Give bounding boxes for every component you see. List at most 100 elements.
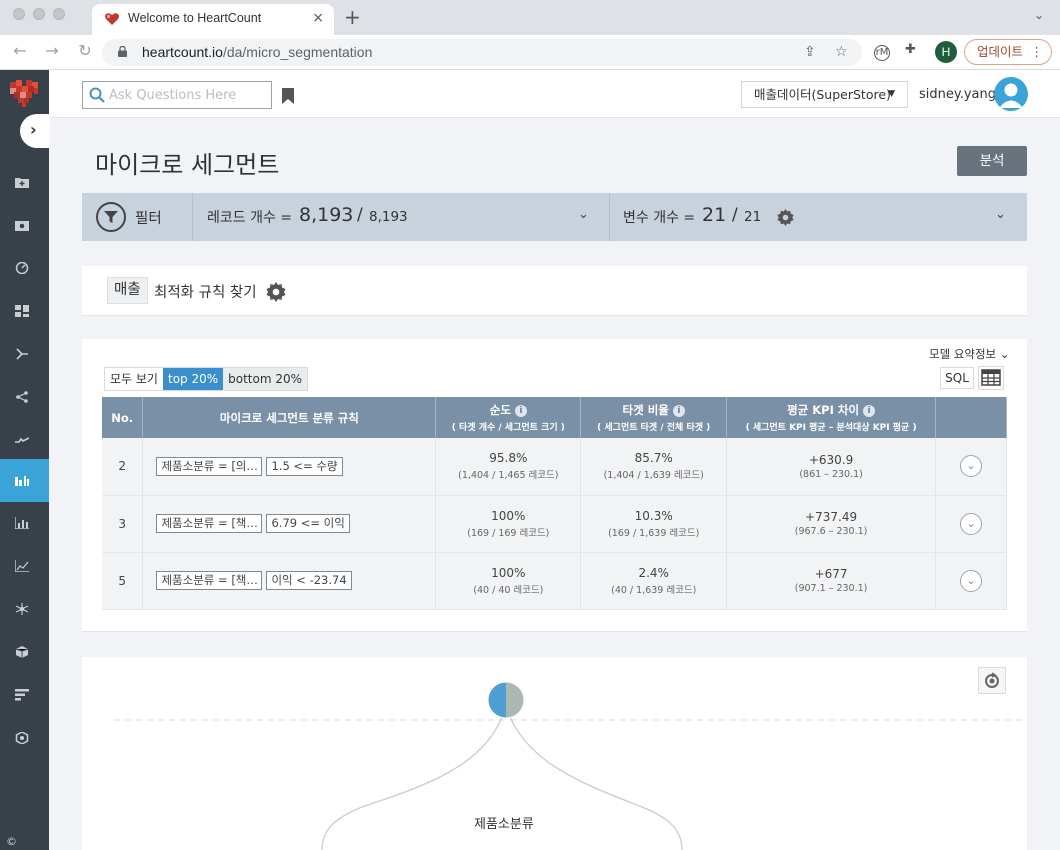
table-row[interactable]: 5 제품소분류 = [책… 이익 < -23.74 100% (40 / 40 레코… — [102, 552, 1007, 610]
expand-chevron-icon[interactable]: ⌄ — [960, 569, 982, 592]
variable-separator: / — [732, 205, 738, 225]
window-close-button[interactable] — [13, 8, 25, 20]
purity-value: 95.8% — [489, 451, 528, 466]
purity-detail: (40 / 40 레코드) — [473, 584, 544, 596]
bookmark-star-icon[interactable]: ☆ — [835, 44, 848, 60]
info-icon[interactable]: i — [672, 405, 685, 417]
model-summary-toggle[interactable]: 모델 요약정보 ⌄ — [929, 346, 1009, 362]
column-kpi-sub: ( 세그먼트 KPI 평균 – 분석대상 KPI 평균 ) — [745, 423, 917, 433]
purity-value: 100% — [491, 565, 526, 580]
sidebar-item-trend[interactable] — [0, 419, 49, 462]
search-icon — [89, 87, 105, 103]
analyze-button[interactable]: 분석 — [957, 146, 1027, 176]
filter-funnel-icon[interactable] — [96, 202, 126, 232]
toggle-top-20[interactable]: top 20% — [162, 368, 224, 390]
heartcount-logo-icon[interactable] — [8, 78, 40, 108]
segment-filter-toggle: 모두 보기 top 20% bottom 20% — [104, 367, 309, 391]
sidebar-item-bar-chart[interactable] — [0, 502, 49, 545]
expand-chevron-icon[interactable]: ⌄ — [960, 512, 982, 535]
profile-avatar[interactable]: H — [935, 41, 957, 63]
expand-chevron-icon[interactable]: ⌄ — [960, 455, 982, 478]
url-path: /da/micro_segmentation — [222, 44, 373, 60]
browser-tab-strip: Welcome to HeartCount × + ⌄ — [0, 0, 1060, 35]
sidebar-expand-button[interactable]: › — [20, 114, 50, 148]
ratio-value: 2.4% — [638, 565, 669, 580]
search-box[interactable] — [82, 81, 272, 109]
forward-arrow-icon[interactable]: → — [42, 41, 62, 60]
info-icon[interactable]: i — [514, 405, 527, 417]
record-chevron-down-icon[interactable]: ⌄ — [578, 207, 589, 222]
segment-results-card: 모델 요약정보 ⌄ 모두 보기 top 20% bottom 20% SQL N… — [82, 339, 1027, 632]
kpi-value: +737.49 — [805, 510, 858, 524]
table-row[interactable]: 3 제품소분류 = [책… 6.79 <= 이익 100% (169 / 169 레… — [102, 495, 1007, 553]
column-header-ratio[interactable]: 타겟 비율 i ( 세그먼트 타겟 / 전체 타겟 ) — [580, 397, 728, 438]
table-grid-icon — [981, 369, 1001, 386]
tab-close-icon[interactable]: × — [312, 10, 324, 26]
extension-icon[interactable]: rM — [874, 45, 890, 61]
ratio-detail: (1,404 / 1,639 레코드) — [603, 470, 704, 482]
sidebar-item-flow[interactable] — [0, 333, 49, 376]
sidebar-item-widgets[interactable] — [0, 290, 49, 333]
sidebar — [0, 70, 49, 850]
rule-chip[interactable]: 6.79 <= 이익 — [266, 514, 350, 533]
list-bars-icon — [15, 689, 29, 701]
toggle-show-all[interactable]: 모두 보기 — [105, 368, 163, 390]
window-zoom-button[interactable] — [53, 8, 65, 20]
puzzle-extensions-icon[interactable]: ✚ — [905, 42, 916, 57]
column-header-purity[interactable]: 순도 i ( 타겟 개수 / 세그먼트 크기 ) — [435, 397, 582, 438]
table-row[interactable]: 2 제품소분류 = [의… 1.5 <= 수량 95.8% (1,404 / 1,4… — [102, 438, 1007, 496]
table-view-button[interactable] — [978, 366, 1004, 390]
toggle-bottom-20[interactable]: bottom 20% — [223, 368, 308, 390]
row-ratio: 85.7% (1,404 / 1,639 레코드) — [580, 438, 728, 496]
sidebar-item-scatter[interactable] — [0, 545, 49, 588]
back-arrow-icon[interactable]: ← — [10, 41, 30, 60]
variable-chevron-down-icon[interactable]: ⌄ — [995, 207, 1006, 222]
sidebar-item-data[interactable] — [0, 204, 49, 247]
kpi-detail: (907.1 – 230.1) — [794, 583, 868, 594]
tab-search-chevron-icon[interactable]: ⌄ — [1034, 8, 1044, 22]
info-icon[interactable]: i — [863, 405, 876, 417]
rule-chip[interactable]: 제품소분류 = [책… — [156, 571, 263, 590]
update-button[interactable]: 업데이트 ⋮ — [964, 39, 1052, 65]
bookmark-icon[interactable] — [282, 88, 294, 104]
rule-chip[interactable]: 제품소분류 = [책… — [156, 514, 263, 533]
sidebar-item-settings[interactable] — [0, 717, 49, 760]
user-avatar[interactable] — [994, 77, 1028, 111]
record-count-value: 8,193 — [299, 204, 354, 226]
column-header-kpi-diff[interactable]: 평균 KPI 차이 i ( 세그먼트 KPI 평균 – 분석대상 KPI 평균 ) — [726, 397, 936, 438]
copyright-icon: © — [6, 835, 17, 848]
address-bar[interactable]: heartcount.io/da/micro_segmentation ⇪ ☆ — [102, 39, 862, 66]
rule-chip[interactable]: 제품소분류 = [의… — [156, 456, 263, 476]
kpi-detail: (967.6 – 230.1) — [794, 526, 868, 537]
sidebar-item-new-project[interactable] — [0, 161, 49, 204]
column-purity-sub: ( 타겟 개수 / 세그먼트 크기 ) — [451, 423, 565, 433]
sidebar-item-models[interactable] — [0, 631, 49, 674]
gauge-icon — [15, 262, 29, 274]
sidebar-item-network[interactable] — [0, 588, 49, 631]
share-icon[interactable]: ⇪ — [804, 44, 816, 60]
variable-count-value: 21 — [702, 204, 727, 226]
filter-label[interactable]: 필터 — [135, 207, 162, 228]
tree-root-node[interactable] — [487, 681, 525, 719]
funnel-icon — [104, 211, 118, 223]
sql-button[interactable]: SQL — [940, 367, 974, 389]
browser-tab[interactable]: Welcome to HeartCount × — [92, 4, 334, 35]
kpi-value: +630.9 — [808, 452, 854, 467]
variable-settings-gear-icon[interactable] — [777, 209, 794, 226]
row-kpi: +737.49 (967.6 – 230.1) — [726, 495, 936, 553]
dataset-dropdown[interactable]: 매출데이터(SuperStore) ▼ — [741, 81, 908, 108]
sidebar-item-dashboard[interactable] — [0, 247, 49, 290]
kpi-settings-gear-icon[interactable] — [266, 282, 286, 302]
app-header: 매출데이터(SuperStore)▼ sidney.yang — [49, 70, 1060, 118]
rule-chip[interactable]: 1.5 <= 수량 — [266, 456, 343, 476]
username[interactable]: sidney.yang — [919, 87, 996, 102]
kpi-tag[interactable]: 매출 — [107, 277, 148, 304]
sidebar-item-share[interactable] — [0, 376, 49, 419]
sidebar-item-micro-segment[interactable] — [0, 459, 49, 502]
search-input[interactable] — [109, 85, 267, 105]
window-minimize-button[interactable] — [33, 8, 45, 20]
new-tab-button[interactable]: + — [344, 5, 361, 29]
sidebar-item-report[interactable] — [0, 674, 49, 717]
rule-chip[interactable]: 이익 < -23.74 — [266, 571, 352, 590]
reload-icon[interactable]: ↻ — [75, 41, 95, 60]
